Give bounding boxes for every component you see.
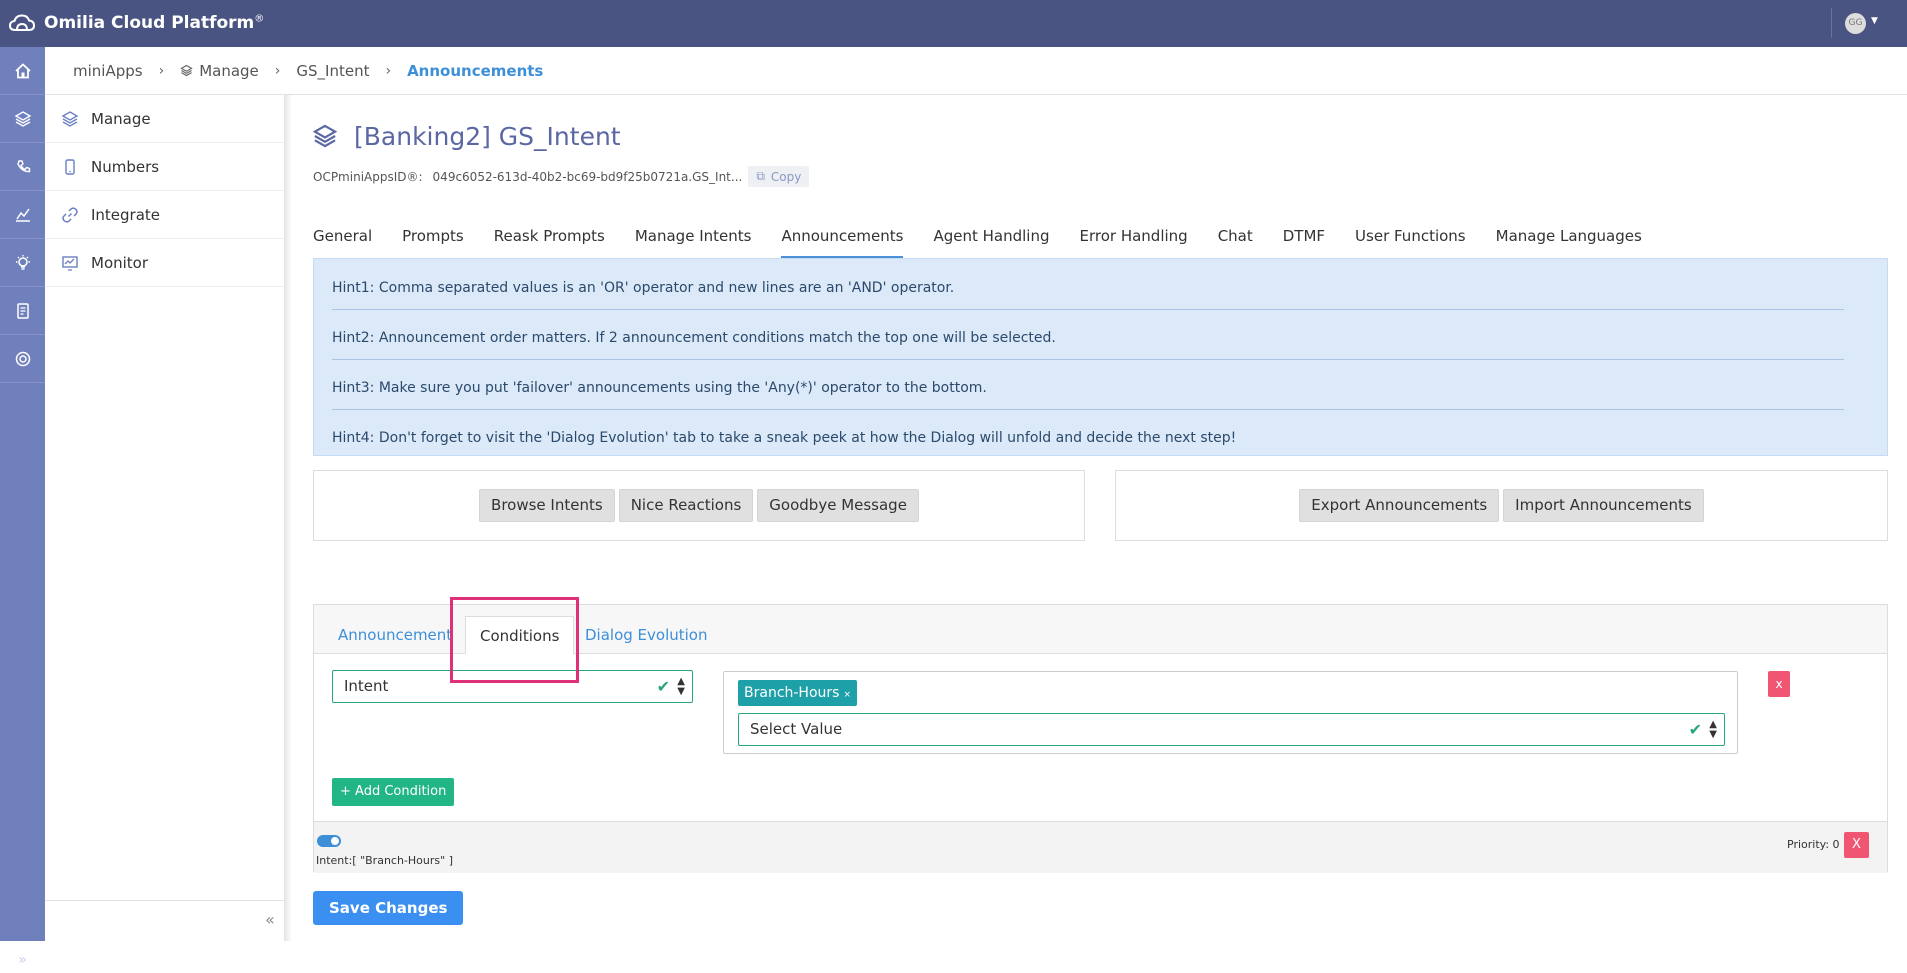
main-tabs: General Prompts Reask Prompts Manage Int… <box>313 222 1672 260</box>
tag-remove-icon[interactable]: × <box>843 690 851 700</box>
breadcrumb: miniApps › Manage › GS_Intent › Announce… <box>45 47 1907 95</box>
highlight-box <box>450 597 579 683</box>
tab-announcement[interactable]: Announcement <box>338 616 452 655</box>
sidebar-item-label: Numbers <box>91 157 160 176</box>
hint-text: Hint4: Don't forget to visit the 'Dialog… <box>332 430 1237 446</box>
priority-label: Priority: 0 <box>1787 838 1840 851</box>
breadcrumb-miniapps[interactable]: miniApps <box>73 62 143 80</box>
sidebar-item-numbers[interactable]: Numbers <box>45 143 284 191</box>
tab-announcements[interactable]: Announcements <box>781 222 904 259</box>
hint-text: Hint3: Make sure you put 'failover' anno… <box>332 380 987 396</box>
layers-icon <box>312 124 338 148</box>
app-id-row: OCPminiAppsID®: 049c6052-613d-40b2-bc69-… <box>313 166 810 187</box>
sidebar: Manage Numbers Integrate Monitor « <box>45 95 285 941</box>
import-export-toolbar: Export Announcements Import Announcement… <box>1115 470 1888 541</box>
tab-user-functions[interactable]: User Functions <box>1355 222 1466 258</box>
add-condition-button[interactable]: + Add Condition <box>332 778 455 806</box>
announcement-summary-bar: Intent:[ "Branch-Hours" ] Priority: 0 X <box>314 821 1887 873</box>
copy-button[interactable]: ⧉ Copy <box>748 166 810 187</box>
chevron-right-icon: › <box>274 62 281 79</box>
sort-arrows-icon: ▲ ▼ <box>1709 719 1717 740</box>
sidebar-item-integrate[interactable]: Integrate <box>45 191 284 239</box>
sidebar-item-manage[interactable]: Manage <box>45 95 284 143</box>
app-id-value: 049c6052-613d-40b2-bc69-bd9f25b0721a.GS_… <box>432 169 743 184</box>
hint-text: Hint1: Comma separated values is an 'OR'… <box>332 280 955 296</box>
check-icon: ✔ <box>1688 720 1702 739</box>
expand-rail-icon[interactable]: » <box>0 947 45 973</box>
avatar[interactable]: GG <box>1845 13 1866 34</box>
sidebar-item-label: Manage <box>91 109 151 128</box>
enable-toggle[interactable] <box>317 835 341 847</box>
sidebar-item-label: Monitor <box>91 253 149 272</box>
app-id-label: OCPminiAppsID®: <box>313 169 423 184</box>
value-tag: Branch-Hours × <box>738 680 857 706</box>
tab-agent-handling[interactable]: Agent Handling <box>933 222 1049 258</box>
breadcrumb-manage[interactable]: Manage <box>180 62 259 80</box>
page-title: [Banking2] GS_Intent <box>312 118 621 154</box>
export-announcements-button[interactable]: Export Announcements <box>1299 489 1500 522</box>
cloud-logo-icon <box>8 14 36 31</box>
hint-divider <box>332 359 1844 360</box>
breadcrumb-gs-intent[interactable]: GS_Intent <box>296 62 369 80</box>
link-icon <box>62 206 78 223</box>
remove-announcement-button[interactable]: X <box>1844 832 1869 858</box>
tab-reask-prompts[interactable]: Reask Prompts <box>494 222 605 258</box>
sidebar-item-monitor[interactable]: Monitor <box>45 239 284 287</box>
check-icon: ✔ <box>656 677 670 696</box>
document-icon[interactable] <box>0 287 45 335</box>
tab-chat[interactable]: Chat <box>1218 222 1253 258</box>
condition-summary: Intent:[ "Branch-Hours" ] <box>316 854 453 867</box>
tab-manage-intents[interactable]: Manage Intents <box>635 222 752 258</box>
save-changes-button[interactable]: Save Changes <box>313 891 464 925</box>
value-select[interactable]: Select Value ✔ ▲ ▼ <box>738 713 1725 746</box>
sidebar-divider <box>45 900 285 901</box>
support-icon[interactable] <box>0 335 45 383</box>
layers-icon[interactable] <box>0 95 45 143</box>
phone-book-icon[interactable] <box>0 143 45 191</box>
goodbye-message-button[interactable]: Goodbye Message <box>757 489 919 522</box>
nice-reactions-button[interactable]: Nice Reactions <box>618 489 754 522</box>
copy-icon: ⧉ <box>756 169 765 183</box>
caret-down-icon[interactable]: ▼ <box>1871 16 1878 26</box>
icon-rail: » <box>0 47 45 968</box>
chart-icon[interactable] <box>0 191 45 239</box>
hints-panel: Hint1: Comma separated values is an 'OR'… <box>313 258 1888 456</box>
hint-text: Hint2: Announcement order matters. If 2 … <box>332 330 1056 346</box>
tab-prompts[interactable]: Prompts <box>402 222 464 258</box>
layers-icon <box>180 64 193 76</box>
sort-arrows-icon: ▲ ▼ <box>677 676 685 697</box>
monitor-icon <box>62 255 78 271</box>
chevron-right-icon: › <box>385 62 392 79</box>
layers-icon <box>61 110 79 127</box>
tab-error-handling[interactable]: Error Handling <box>1079 222 1187 258</box>
remove-condition-button[interactable]: x <box>1768 671 1790 697</box>
intent-toolbar: Browse Intents Nice Reactions Goodbye Me… <box>313 470 1085 541</box>
tab-general[interactable]: General <box>313 222 372 258</box>
tab-dialog-evolution[interactable]: Dialog Evolution <box>585 616 707 655</box>
topbar-divider <box>1831 8 1832 38</box>
sidebar-shadow <box>285 95 291 941</box>
collapse-sidebar-icon[interactable]: « <box>265 910 275 929</box>
hint-divider <box>332 309 1844 310</box>
bulb-icon[interactable] <box>0 239 45 287</box>
app-title[interactable]: Omilia Cloud Platform® <box>44 13 264 33</box>
home-icon[interactable] <box>0 47 45 95</box>
import-announcements-button[interactable]: Import Announcements <box>1503 489 1704 522</box>
tab-manage-languages[interactable]: Manage Languages <box>1496 222 1642 258</box>
phone-icon <box>65 158 75 175</box>
chevron-right-icon: › <box>158 62 165 79</box>
tab-dtmf[interactable]: DTMF <box>1283 222 1325 258</box>
browse-intents-button[interactable]: Browse Intents <box>479 489 615 522</box>
sidebar-item-label: Integrate <box>91 205 161 224</box>
breadcrumb-announcements[interactable]: Announcements <box>407 62 543 80</box>
condition-values-box: Branch-Hours × Select Value ✔ ▲ ▼ <box>723 671 1738 754</box>
hint-divider <box>332 409 1844 410</box>
top-bar: Omilia Cloud Platform® GG ▼ <box>0 0 1907 47</box>
